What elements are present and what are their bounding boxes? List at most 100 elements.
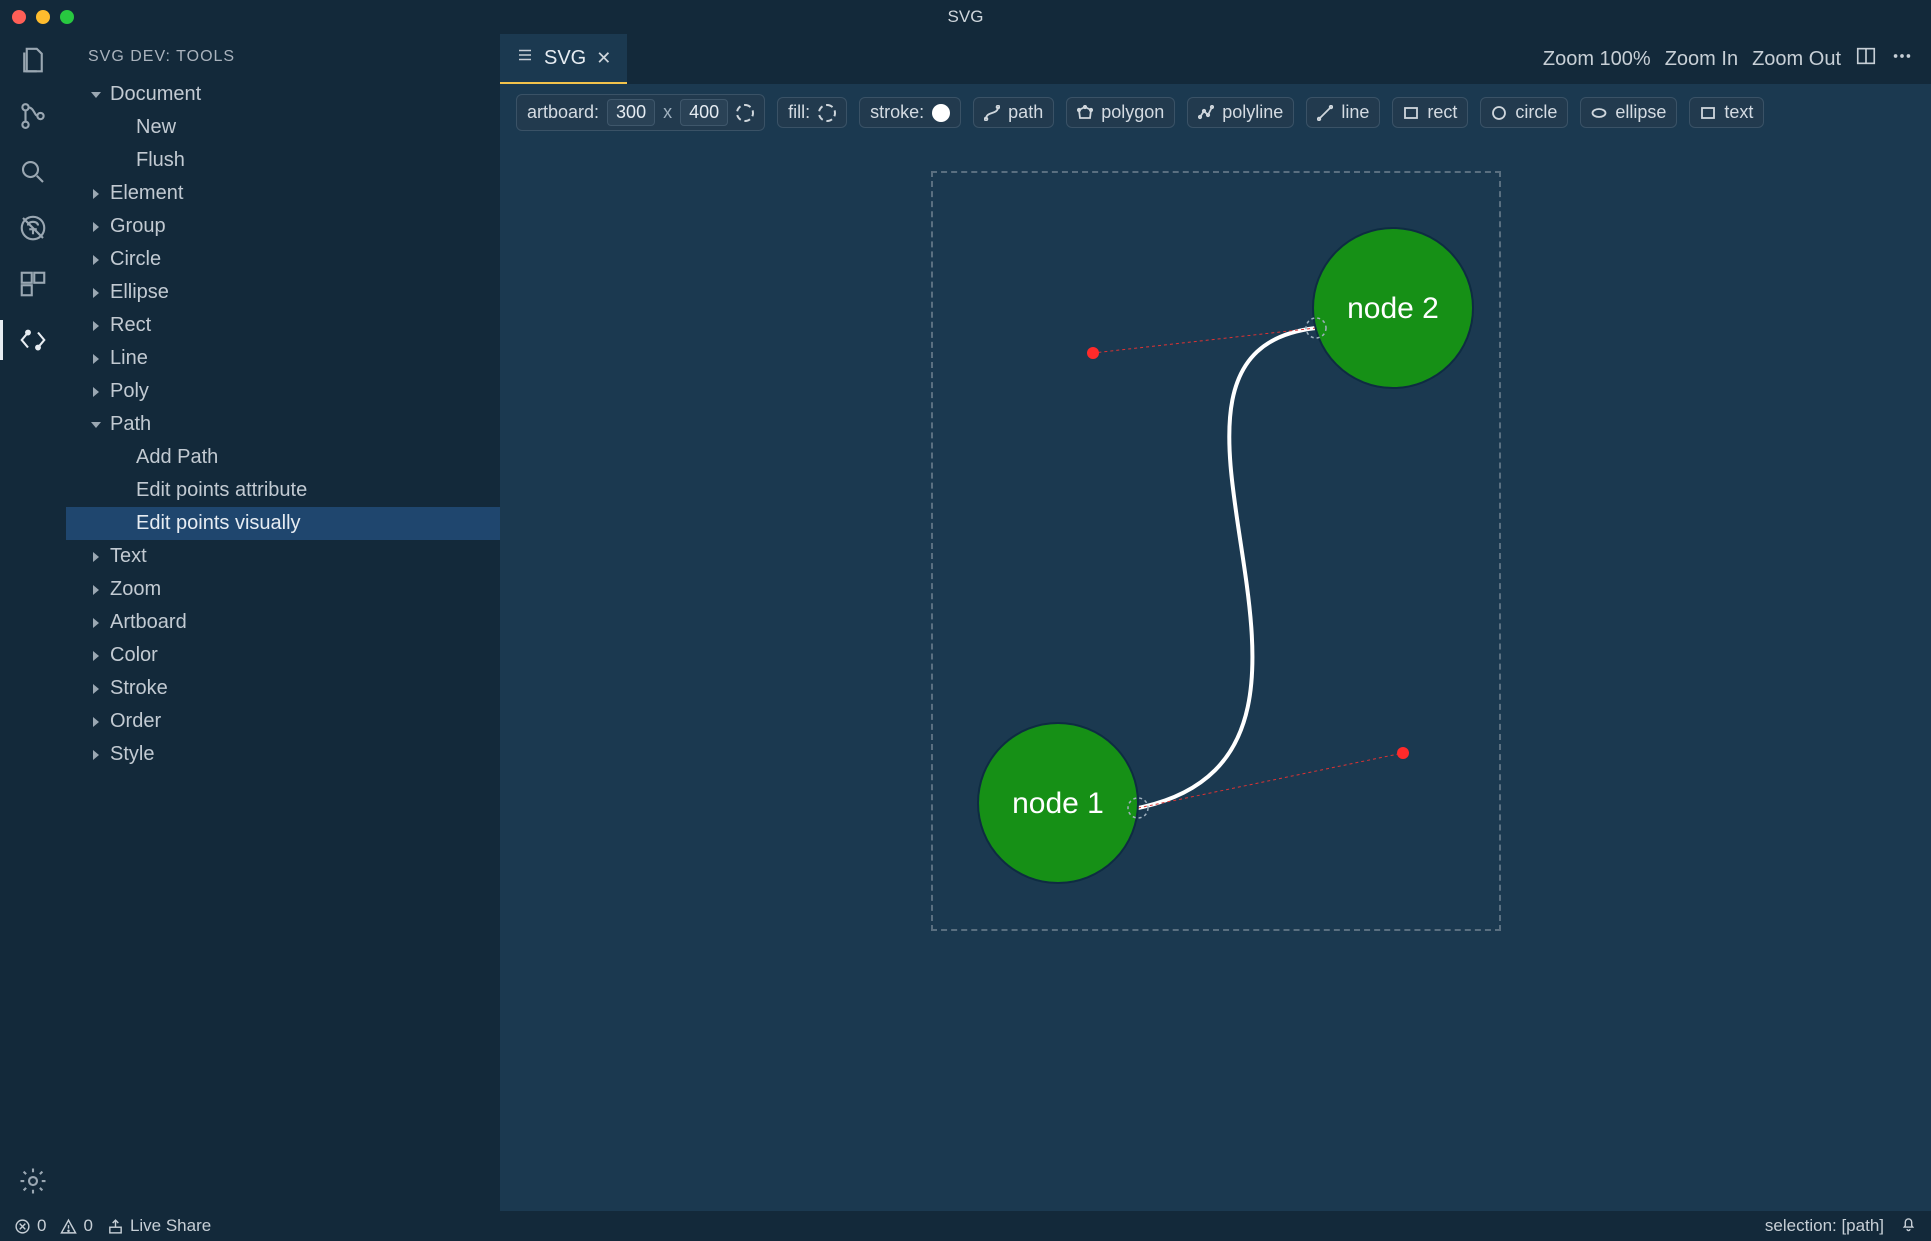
tree-item-zoom[interactable]: Zoom: [66, 573, 500, 606]
tree-item-label: Text: [110, 545, 147, 568]
tree-item-style[interactable]: Style: [66, 738, 500, 771]
tree-item-color[interactable]: Color: [66, 639, 500, 672]
tree-item-poly[interactable]: Poly: [66, 375, 500, 408]
zoom-level-button[interactable]: Zoom 100%: [1543, 48, 1651, 71]
polyline-icon: [1198, 105, 1214, 121]
activity-bar: [0, 34, 66, 1211]
canvas-area[interactable]: node 2node 1: [500, 141, 1931, 1211]
zoom-out-button[interactable]: Zoom Out: [1752, 48, 1841, 71]
path-icon: [984, 105, 1000, 121]
split-editor-icon[interactable]: [1855, 45, 1877, 73]
tree-item-element[interactable]: Element: [66, 177, 500, 210]
status-warnings[interactable]: 0: [60, 1216, 92, 1236]
shape-rect-button[interactable]: rect: [1392, 97, 1468, 128]
shape-text-button[interactable]: text: [1689, 97, 1764, 128]
tree-item-line[interactable]: Line: [66, 342, 500, 375]
shape-path-button[interactable]: path: [973, 97, 1054, 128]
chevron-down-icon: [88, 89, 104, 101]
svg-dev-icon[interactable]: [17, 324, 49, 356]
artboard-svg[interactable]: node 2node 1: [933, 173, 1503, 933]
bezier-path[interactable]: [1138, 328, 1316, 808]
tree-item-new[interactable]: New: [66, 111, 500, 144]
tree-item-stroke[interactable]: Stroke: [66, 672, 500, 705]
tree-item-path[interactable]: Path: [66, 408, 500, 441]
fill-none-icon[interactable]: [818, 104, 836, 122]
tree-item-artboard[interactable]: Artboard: [66, 606, 500, 639]
source-control-icon[interactable]: [17, 100, 49, 132]
live-share-button[interactable]: Live Share: [107, 1216, 211, 1236]
tab-bar: SVG ✕ Zoom 100% Zoom In Zoom Out: [500, 34, 1931, 84]
status-errors[interactable]: 0: [14, 1216, 46, 1236]
tree-item-ellipse[interactable]: Ellipse: [66, 276, 500, 309]
tree-item-document[interactable]: Document: [66, 78, 500, 111]
artboard-width-input[interactable]: 300: [607, 99, 655, 126]
shape-line-button[interactable]: line: [1306, 97, 1380, 128]
sidebar-tree: DocumentNewFlushElement Group Circle Ellips…: [66, 78, 500, 771]
status-selection: selection: [path]: [1765, 1216, 1884, 1236]
circle-icon: [1491, 105, 1507, 121]
title-bar: SVG: [0, 0, 1931, 34]
artboard-label: artboard:: [527, 102, 599, 123]
zoom-in-button[interactable]: Zoom In: [1665, 48, 1738, 71]
notifications-bell-icon[interactable]: [1900, 1215, 1917, 1237]
chevron-down-icon: [88, 419, 104, 431]
artboard-height-input[interactable]: 400: [680, 99, 728, 126]
tree-item-label: Group: [110, 215, 166, 238]
control-point-1[interactable]: [1397, 747, 1409, 759]
sidebar-title: SVG DEV: TOOLS: [66, 38, 500, 78]
shape-polygon-button[interactable]: polygon: [1066, 97, 1175, 128]
tree-item-label: Artboard: [110, 611, 187, 634]
explorer-icon[interactable]: [17, 44, 49, 76]
stroke-control: stroke:: [859, 97, 961, 128]
sidebar: SVG DEV: TOOLS DocumentNewFlushElement Gr…: [66, 34, 500, 1211]
tree-item-edit-points-attribute[interactable]: Edit points attribute: [66, 474, 500, 507]
shape-circle-button[interactable]: circle: [1480, 97, 1568, 128]
status-bar: 0 0 Live Share selection: [path]: [0, 1211, 1931, 1241]
artboard-x-sep: x: [663, 102, 672, 123]
rect-icon: [1403, 105, 1419, 121]
tab-svg[interactable]: SVG ✕: [500, 34, 627, 84]
toolbar: artboard: 300 x 400 fill: stroke: path p…: [500, 84, 1931, 141]
artboard[interactable]: node 2node 1: [931, 171, 1501, 931]
tree-item-label: Order: [110, 710, 161, 733]
window-minimize-button[interactable]: [36, 10, 50, 24]
tab-label: SVG: [544, 47, 586, 70]
extensions-icon[interactable]: [17, 268, 49, 300]
chevron-right-icon: [88, 353, 104, 365]
window-close-button[interactable]: [12, 10, 26, 24]
fill-control: fill:: [777, 97, 847, 128]
tree-item-label: Path: [110, 413, 151, 436]
chevron-right-icon: [88, 221, 104, 233]
window-maximize-button[interactable]: [60, 10, 74, 24]
tree-item-label: Ellipse: [110, 281, 169, 304]
tree-item-edit-points-visually[interactable]: Edit points visually: [66, 507, 500, 540]
shape-ellipse-button[interactable]: ellipse: [1580, 97, 1677, 128]
control-point-0[interactable]: [1087, 347, 1099, 359]
chevron-right-icon: [88, 386, 104, 398]
artboard-fit-icon[interactable]: [736, 104, 754, 122]
stroke-label: stroke:: [870, 102, 924, 123]
chevron-right-icon: [88, 551, 104, 563]
tree-item-label: Zoom: [110, 578, 161, 601]
close-icon[interactable]: ✕: [596, 48, 611, 69]
list-icon: [516, 46, 534, 70]
tree-item-add-path[interactable]: Add Path: [66, 441, 500, 474]
shape-polyline-button[interactable]: polyline: [1187, 97, 1294, 128]
ellipse-icon: [1591, 105, 1607, 121]
tree-item-flush[interactable]: Flush: [66, 144, 500, 177]
tree-item-text[interactable]: Text: [66, 540, 500, 573]
tree-item-group[interactable]: Group: [66, 210, 500, 243]
stroke-color-icon[interactable]: [932, 104, 950, 122]
chevron-right-icon: [88, 188, 104, 200]
tree-item-rect[interactable]: Rect: [66, 309, 500, 342]
tree-item-order[interactable]: Order: [66, 705, 500, 738]
debug-icon[interactable]: [17, 212, 49, 244]
tree-item-label: Rect: [110, 314, 151, 337]
settings-gear-icon[interactable]: [17, 1165, 49, 1197]
tab-actions: Zoom 100% Zoom In Zoom Out: [1543, 34, 1931, 84]
more-actions-icon[interactable]: [1891, 45, 1913, 73]
chevron-right-icon: [88, 650, 104, 662]
search-icon[interactable]: [17, 156, 49, 188]
fill-label: fill:: [788, 102, 810, 123]
tree-item-circle[interactable]: Circle: [66, 243, 500, 276]
